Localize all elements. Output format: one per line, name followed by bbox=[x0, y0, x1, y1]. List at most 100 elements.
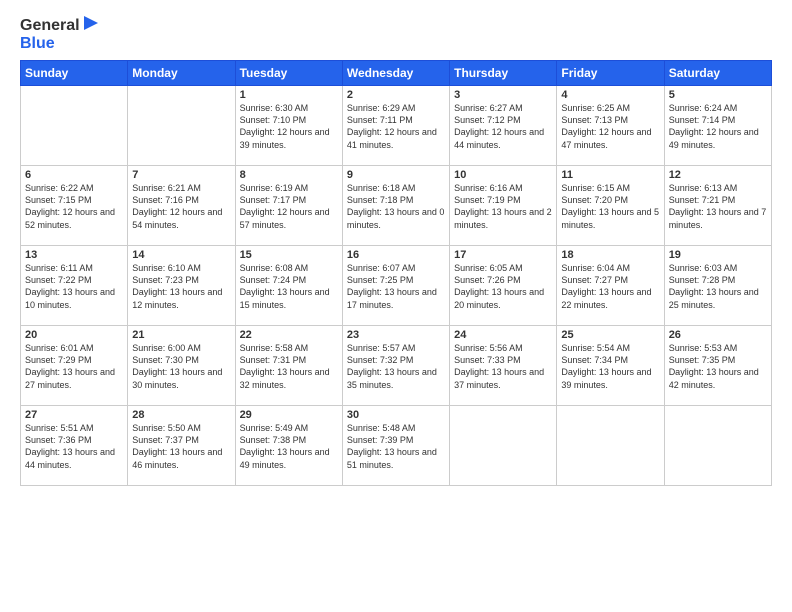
calendar-cell: 14Sunrise: 6:10 AM Sunset: 7:23 PM Dayli… bbox=[128, 246, 235, 326]
calendar-cell: 13Sunrise: 6:11 AM Sunset: 7:22 PM Dayli… bbox=[21, 246, 128, 326]
day-number: 6 bbox=[25, 169, 123, 181]
day-info: Sunrise: 5:51 AM Sunset: 7:36 PM Dayligh… bbox=[25, 422, 123, 471]
header-monday: Monday bbox=[128, 61, 235, 86]
day-number: 19 bbox=[669, 249, 767, 261]
calendar-cell: 1Sunrise: 6:30 AM Sunset: 7:10 PM Daylig… bbox=[235, 86, 342, 166]
calendar-cell: 18Sunrise: 6:04 AM Sunset: 7:27 PM Dayli… bbox=[557, 246, 664, 326]
day-number: 18 bbox=[561, 249, 659, 261]
calendar-cell: 17Sunrise: 6:05 AM Sunset: 7:26 PM Dayli… bbox=[450, 246, 557, 326]
day-info: Sunrise: 5:49 AM Sunset: 7:38 PM Dayligh… bbox=[240, 422, 338, 471]
day-info: Sunrise: 6:03 AM Sunset: 7:28 PM Dayligh… bbox=[669, 262, 767, 311]
day-info: Sunrise: 6:16 AM Sunset: 7:19 PM Dayligh… bbox=[454, 182, 552, 231]
calendar-cell: 3Sunrise: 6:27 AM Sunset: 7:12 PM Daylig… bbox=[450, 86, 557, 166]
calendar-cell: 21Sunrise: 6:00 AM Sunset: 7:30 PM Dayli… bbox=[128, 326, 235, 406]
calendar-cell: 30Sunrise: 5:48 AM Sunset: 7:39 PM Dayli… bbox=[342, 406, 449, 486]
day-info: Sunrise: 6:25 AM Sunset: 7:13 PM Dayligh… bbox=[561, 102, 659, 151]
calendar-cell: 9Sunrise: 6:18 AM Sunset: 7:18 PM Daylig… bbox=[342, 166, 449, 246]
week-row-1: 1Sunrise: 6:30 AM Sunset: 7:10 PM Daylig… bbox=[21, 86, 772, 166]
calendar-cell: 20Sunrise: 6:01 AM Sunset: 7:29 PM Dayli… bbox=[21, 326, 128, 406]
day-number: 27 bbox=[25, 409, 123, 421]
day-number: 15 bbox=[240, 249, 338, 261]
calendar-cell: 23Sunrise: 5:57 AM Sunset: 7:32 PM Dayli… bbox=[342, 326, 449, 406]
day-number: 5 bbox=[669, 89, 767, 101]
header-wednesday: Wednesday bbox=[342, 61, 449, 86]
calendar-cell: 26Sunrise: 5:53 AM Sunset: 7:35 PM Dayli… bbox=[664, 326, 771, 406]
calendar-cell: 27Sunrise: 5:51 AM Sunset: 7:36 PM Dayli… bbox=[21, 406, 128, 486]
day-number: 7 bbox=[132, 169, 230, 181]
day-info: Sunrise: 6:10 AM Sunset: 7:23 PM Dayligh… bbox=[132, 262, 230, 311]
day-info: Sunrise: 6:15 AM Sunset: 7:20 PM Dayligh… bbox=[561, 182, 659, 231]
header-tuesday: Tuesday bbox=[235, 61, 342, 86]
header-row: SundayMondayTuesdayWednesdayThursdayFrid… bbox=[21, 61, 772, 86]
day-number: 17 bbox=[454, 249, 552, 261]
day-number: 3 bbox=[454, 89, 552, 101]
day-info: Sunrise: 5:48 AM Sunset: 7:39 PM Dayligh… bbox=[347, 422, 445, 471]
calendar-cell: 12Sunrise: 6:13 AM Sunset: 7:21 PM Dayli… bbox=[664, 166, 771, 246]
day-info: Sunrise: 6:24 AM Sunset: 7:14 PM Dayligh… bbox=[669, 102, 767, 151]
day-info: Sunrise: 6:08 AM Sunset: 7:24 PM Dayligh… bbox=[240, 262, 338, 311]
day-info: Sunrise: 5:53 AM Sunset: 7:35 PM Dayligh… bbox=[669, 342, 767, 391]
calendar-cell bbox=[557, 406, 664, 486]
calendar-cell: 5Sunrise: 6:24 AM Sunset: 7:14 PM Daylig… bbox=[664, 86, 771, 166]
logo-general: General bbox=[20, 16, 98, 35]
day-info: Sunrise: 6:22 AM Sunset: 7:15 PM Dayligh… bbox=[25, 182, 123, 231]
calendar-cell bbox=[450, 406, 557, 486]
day-info: Sunrise: 6:04 AM Sunset: 7:27 PM Dayligh… bbox=[561, 262, 659, 311]
day-info: Sunrise: 5:54 AM Sunset: 7:34 PM Dayligh… bbox=[561, 342, 659, 391]
day-number: 26 bbox=[669, 329, 767, 341]
calendar-cell: 6Sunrise: 6:22 AM Sunset: 7:15 PM Daylig… bbox=[21, 166, 128, 246]
day-info: Sunrise: 5:57 AM Sunset: 7:32 PM Dayligh… bbox=[347, 342, 445, 391]
calendar-cell: 19Sunrise: 6:03 AM Sunset: 7:28 PM Dayli… bbox=[664, 246, 771, 326]
week-row-4: 20Sunrise: 6:01 AM Sunset: 7:29 PM Dayli… bbox=[21, 326, 772, 406]
day-number: 13 bbox=[25, 249, 123, 261]
day-info: Sunrise: 5:56 AM Sunset: 7:33 PM Dayligh… bbox=[454, 342, 552, 391]
day-info: Sunrise: 6:00 AM Sunset: 7:30 PM Dayligh… bbox=[132, 342, 230, 391]
day-info: Sunrise: 5:50 AM Sunset: 7:37 PM Dayligh… bbox=[132, 422, 230, 471]
day-info: Sunrise: 6:13 AM Sunset: 7:21 PM Dayligh… bbox=[669, 182, 767, 231]
logo-container: General Blue bbox=[20, 16, 98, 52]
page: General Blue SundayMondayTuesdayWednesda… bbox=[0, 0, 792, 612]
day-info: Sunrise: 6:21 AM Sunset: 7:16 PM Dayligh… bbox=[132, 182, 230, 231]
calendar-cell bbox=[128, 86, 235, 166]
day-info: Sunrise: 6:18 AM Sunset: 7:18 PM Dayligh… bbox=[347, 182, 445, 231]
week-row-2: 6Sunrise: 6:22 AM Sunset: 7:15 PM Daylig… bbox=[21, 166, 772, 246]
day-number: 28 bbox=[132, 409, 230, 421]
logo-blue: Blue bbox=[20, 35, 98, 53]
calendar-cell: 7Sunrise: 6:21 AM Sunset: 7:16 PM Daylig… bbox=[128, 166, 235, 246]
header-thursday: Thursday bbox=[450, 61, 557, 86]
day-number: 25 bbox=[561, 329, 659, 341]
calendar-cell: 4Sunrise: 6:25 AM Sunset: 7:13 PM Daylig… bbox=[557, 86, 664, 166]
day-number: 10 bbox=[454, 169, 552, 181]
calendar-cell: 11Sunrise: 6:15 AM Sunset: 7:20 PM Dayli… bbox=[557, 166, 664, 246]
day-number: 30 bbox=[347, 409, 445, 421]
calendar-cell: 22Sunrise: 5:58 AM Sunset: 7:31 PM Dayli… bbox=[235, 326, 342, 406]
header-sunday: Sunday bbox=[21, 61, 128, 86]
calendar-cell: 8Sunrise: 6:19 AM Sunset: 7:17 PM Daylig… bbox=[235, 166, 342, 246]
day-info: Sunrise: 6:19 AM Sunset: 7:17 PM Dayligh… bbox=[240, 182, 338, 231]
day-number: 21 bbox=[132, 329, 230, 341]
calendar-cell: 25Sunrise: 5:54 AM Sunset: 7:34 PM Dayli… bbox=[557, 326, 664, 406]
day-number: 1 bbox=[240, 89, 338, 101]
header: General Blue bbox=[20, 16, 772, 52]
calendar-cell bbox=[21, 86, 128, 166]
calendar-cell: 24Sunrise: 5:56 AM Sunset: 7:33 PM Dayli… bbox=[450, 326, 557, 406]
calendar-cell bbox=[664, 406, 771, 486]
day-info: Sunrise: 6:27 AM Sunset: 7:12 PM Dayligh… bbox=[454, 102, 552, 151]
day-number: 22 bbox=[240, 329, 338, 341]
day-number: 14 bbox=[132, 249, 230, 261]
calendar-cell: 2Sunrise: 6:29 AM Sunset: 7:11 PM Daylig… bbox=[342, 86, 449, 166]
day-info: Sunrise: 5:58 AM Sunset: 7:31 PM Dayligh… bbox=[240, 342, 338, 391]
calendar-cell: 29Sunrise: 5:49 AM Sunset: 7:38 PM Dayli… bbox=[235, 406, 342, 486]
calendar-cell: 10Sunrise: 6:16 AM Sunset: 7:19 PM Dayli… bbox=[450, 166, 557, 246]
day-number: 20 bbox=[25, 329, 123, 341]
logo-arrow bbox=[84, 16, 98, 30]
calendar-table: SundayMondayTuesdayWednesdayThursdayFrid… bbox=[20, 60, 772, 486]
day-info: Sunrise: 6:30 AM Sunset: 7:10 PM Dayligh… bbox=[240, 102, 338, 151]
day-info: Sunrise: 6:05 AM Sunset: 7:26 PM Dayligh… bbox=[454, 262, 552, 311]
day-info: Sunrise: 6:07 AM Sunset: 7:25 PM Dayligh… bbox=[347, 262, 445, 311]
day-number: 16 bbox=[347, 249, 445, 261]
day-number: 11 bbox=[561, 169, 659, 181]
calendar-cell: 15Sunrise: 6:08 AM Sunset: 7:24 PM Dayli… bbox=[235, 246, 342, 326]
day-info: Sunrise: 6:11 AM Sunset: 7:22 PM Dayligh… bbox=[25, 262, 123, 311]
header-saturday: Saturday bbox=[664, 61, 771, 86]
